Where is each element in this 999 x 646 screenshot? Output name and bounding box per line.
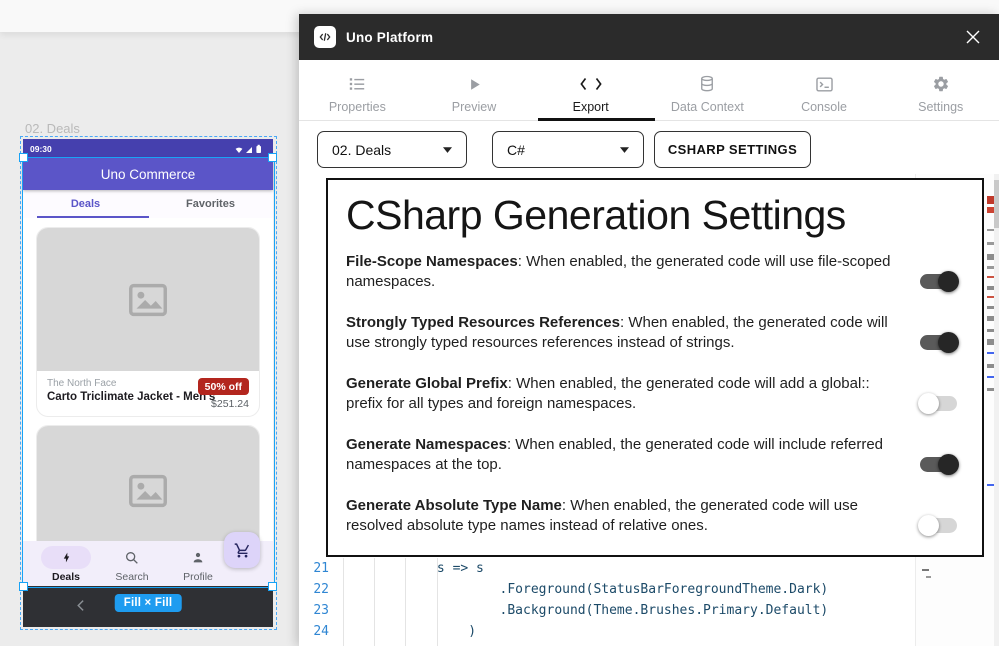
list-icon: [348, 74, 366, 94]
product-brand: The North Face: [47, 378, 198, 389]
tab-data-context[interactable]: Data Context: [649, 60, 766, 120]
chevron-left-icon[interactable]: [75, 599, 88, 617]
selection-handle-bottom-left[interactable]: [19, 582, 28, 591]
status-time: 09:30: [30, 144, 52, 154]
cart-icon: [234, 542, 251, 559]
phone-frame[interactable]: 09:30 Uno Commerce Deals Favorites: [23, 139, 273, 586]
tab-settings[interactable]: Settings: [882, 60, 999, 120]
nav-item-search[interactable]: Search: [99, 541, 165, 586]
nav-active-pill: [41, 546, 91, 569]
panel-title: Uno Platform: [346, 30, 433, 45]
chevron-down-icon: [443, 147, 452, 153]
chevron-down-icon: [620, 147, 629, 153]
uno-platform-panel: Uno Platform Properties Preview: [299, 14, 999, 646]
code-line: 23 .Background(Theme.Brushes.Primary.Def…: [299, 600, 915, 621]
product-info: The North Face Carto Triclimate Jacket -…: [37, 371, 259, 417]
play-icon: [467, 74, 482, 94]
toggle-generate-global-prefix[interactable]: [920, 396, 957, 411]
active-tab-underline: [538, 118, 655, 121]
tab-properties[interactable]: Properties: [299, 60, 416, 120]
code-line: 21 s => s: [299, 558, 915, 579]
phone-content: The North Face Carto Triclimate Jacket -…: [23, 218, 273, 541]
wifi-icon: [236, 147, 243, 152]
code-slash-icon: [314, 26, 336, 48]
selection-handle-top-right[interactable]: [268, 153, 277, 162]
phone-tab-deals[interactable]: Deals: [23, 190, 148, 218]
person-icon: [190, 550, 206, 566]
nav-item-profile[interactable]: Profile: [165, 541, 231, 586]
panel-tabs: Properties Preview Export: [299, 60, 999, 121]
phone-status-bar: 09:30: [23, 139, 273, 158]
image-placeholder: [37, 228, 259, 371]
product-price: $251.24: [211, 398, 249, 410]
product-name: Carto Triclimate Jacket - Men's: [47, 391, 198, 403]
toggle-file-scope-namespaces[interactable]: [920, 274, 957, 289]
panel-title-bar: Uno Platform: [299, 14, 999, 60]
gear-icon: [932, 74, 950, 94]
scrollbar-thumb[interactable]: [994, 180, 999, 228]
image-icon: [121, 468, 175, 514]
database-icon: [698, 74, 716, 94]
terminal-icon: [815, 74, 834, 94]
product-card[interactable]: The North Face Carto Triclimate Jacket -…: [36, 227, 260, 417]
search-icon: [124, 550, 140, 566]
language-select[interactable]: C#: [492, 131, 644, 168]
csharp-settings-modal: CSharp Generation Settings File-Scope Na…: [326, 178, 984, 557]
image-icon: [121, 277, 175, 323]
signal-icon: [246, 147, 252, 153]
close-icon[interactable]: [962, 26, 984, 48]
screen-select[interactable]: 02. Deals: [317, 131, 467, 168]
setting-generate-absolute-type-name: Generate Absolute Type Name: When enable…: [346, 496, 960, 536]
modal-title: CSharp Generation Settings: [346, 192, 960, 239]
tab-console[interactable]: Console: [766, 60, 883, 120]
status-icons: [234, 144, 266, 154]
toggle-generate-absolute-type-name[interactable]: [920, 518, 957, 533]
tab-preview[interactable]: Preview: [416, 60, 533, 120]
code-brackets-icon: [580, 74, 602, 94]
figma-canvas: 02. Deals 09:30 Uno Commerce Deals Favor…: [0, 0, 999, 646]
toggle-strongly-typed-resources[interactable]: [920, 335, 957, 350]
phone-tab-bar: Deals Favorites: [23, 190, 273, 218]
setting-generate-global-prefix: Generate Global Prefix: When enabled, th…: [346, 374, 960, 414]
setting-strongly-typed-resources: Strongly Typed Resources References: Whe…: [346, 313, 960, 353]
android-nav-bar: Fill × Fill: [23, 586, 273, 627]
code-line: 24 ): [299, 621, 915, 642]
app-title: Uno Commerce: [101, 167, 196, 182]
phone-app-bar: Uno Commerce: [23, 158, 273, 190]
code-editor[interactable]: 21 s => s 22 .Foreground(StatusBarForegr…: [299, 558, 915, 646]
code-line: 22 .Foreground(StatusBarForegroundTheme.…: [299, 579, 915, 600]
tab-export[interactable]: Export: [532, 60, 649, 120]
selection-handle-bottom-right[interactable]: [268, 582, 277, 591]
code-line: 25 Resources: [299, 642, 915, 646]
phone-tab-favorites[interactable]: Favorites: [148, 190, 273, 218]
toggle-generate-namespaces[interactable]: [920, 457, 957, 472]
selection-handle-top-left[interactable]: [19, 153, 28, 162]
nav-item-deals[interactable]: Deals: [33, 541, 99, 586]
setting-file-scope-namespaces: File-Scope Namespaces: When enabled, the…: [346, 252, 960, 292]
csharp-settings-button[interactable]: CSHARP SETTINGS: [654, 131, 811, 168]
cart-fab[interactable]: [224, 532, 260, 568]
discount-badge: 50% off: [198, 378, 249, 395]
size-badge: Fill × Fill: [115, 594, 182, 612]
battery-icon: [256, 144, 261, 152]
lightning-icon: [60, 551, 73, 564]
frame-label[interactable]: 02. Deals: [25, 121, 80, 136]
scrollbar[interactable]: [994, 174, 999, 646]
setting-generate-namespaces: Generate Namespaces: When enabled, the g…: [346, 435, 960, 475]
